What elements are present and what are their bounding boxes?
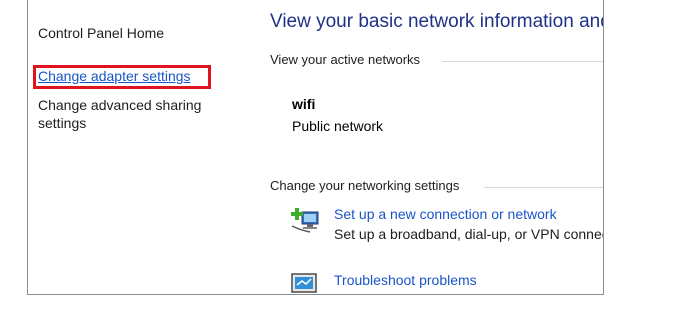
section-divider <box>442 61 603 62</box>
window-bottom-border <box>27 294 604 295</box>
change-adapter-settings-link[interactable]: Change adapter settings <box>38 68 191 84</box>
troubleshoot-icon <box>291 273 317 293</box>
setup-new-connection-description: Set up a broadband, dial-up, or VPN conn… <box>334 226 603 242</box>
troubleshoot-problems-link[interactable]: Troubleshoot problems <box>334 272 477 288</box>
active-networks-header: View your active networks <box>270 52 421 67</box>
network-type[interactable]: Public network <box>292 118 383 134</box>
control-panel-window: Control Panel Home Change adapter settin… <box>27 0 603 295</box>
control-panel-home-link[interactable]: Control Panel Home <box>38 25 164 41</box>
networking-settings-header: Change your networking settings <box>270 178 460 193</box>
new-connection-icon <box>291 208 319 233</box>
network-name: wifi <box>292 96 316 112</box>
main-content: View your basic network information and … <box>270 0 603 295</box>
setup-new-connection-link[interactable]: Set up a new connection or network <box>334 206 557 222</box>
window-right-border <box>603 0 604 295</box>
section-divider <box>484 187 603 188</box>
page-title: View your basic network information and … <box>270 11 603 32</box>
change-advanced-sharing-link[interactable]: Change advanced sharing settings <box>38 96 228 132</box>
window-left-border <box>27 0 28 295</box>
sidebar: Control Panel Home Change adapter settin… <box>27 0 259 295</box>
